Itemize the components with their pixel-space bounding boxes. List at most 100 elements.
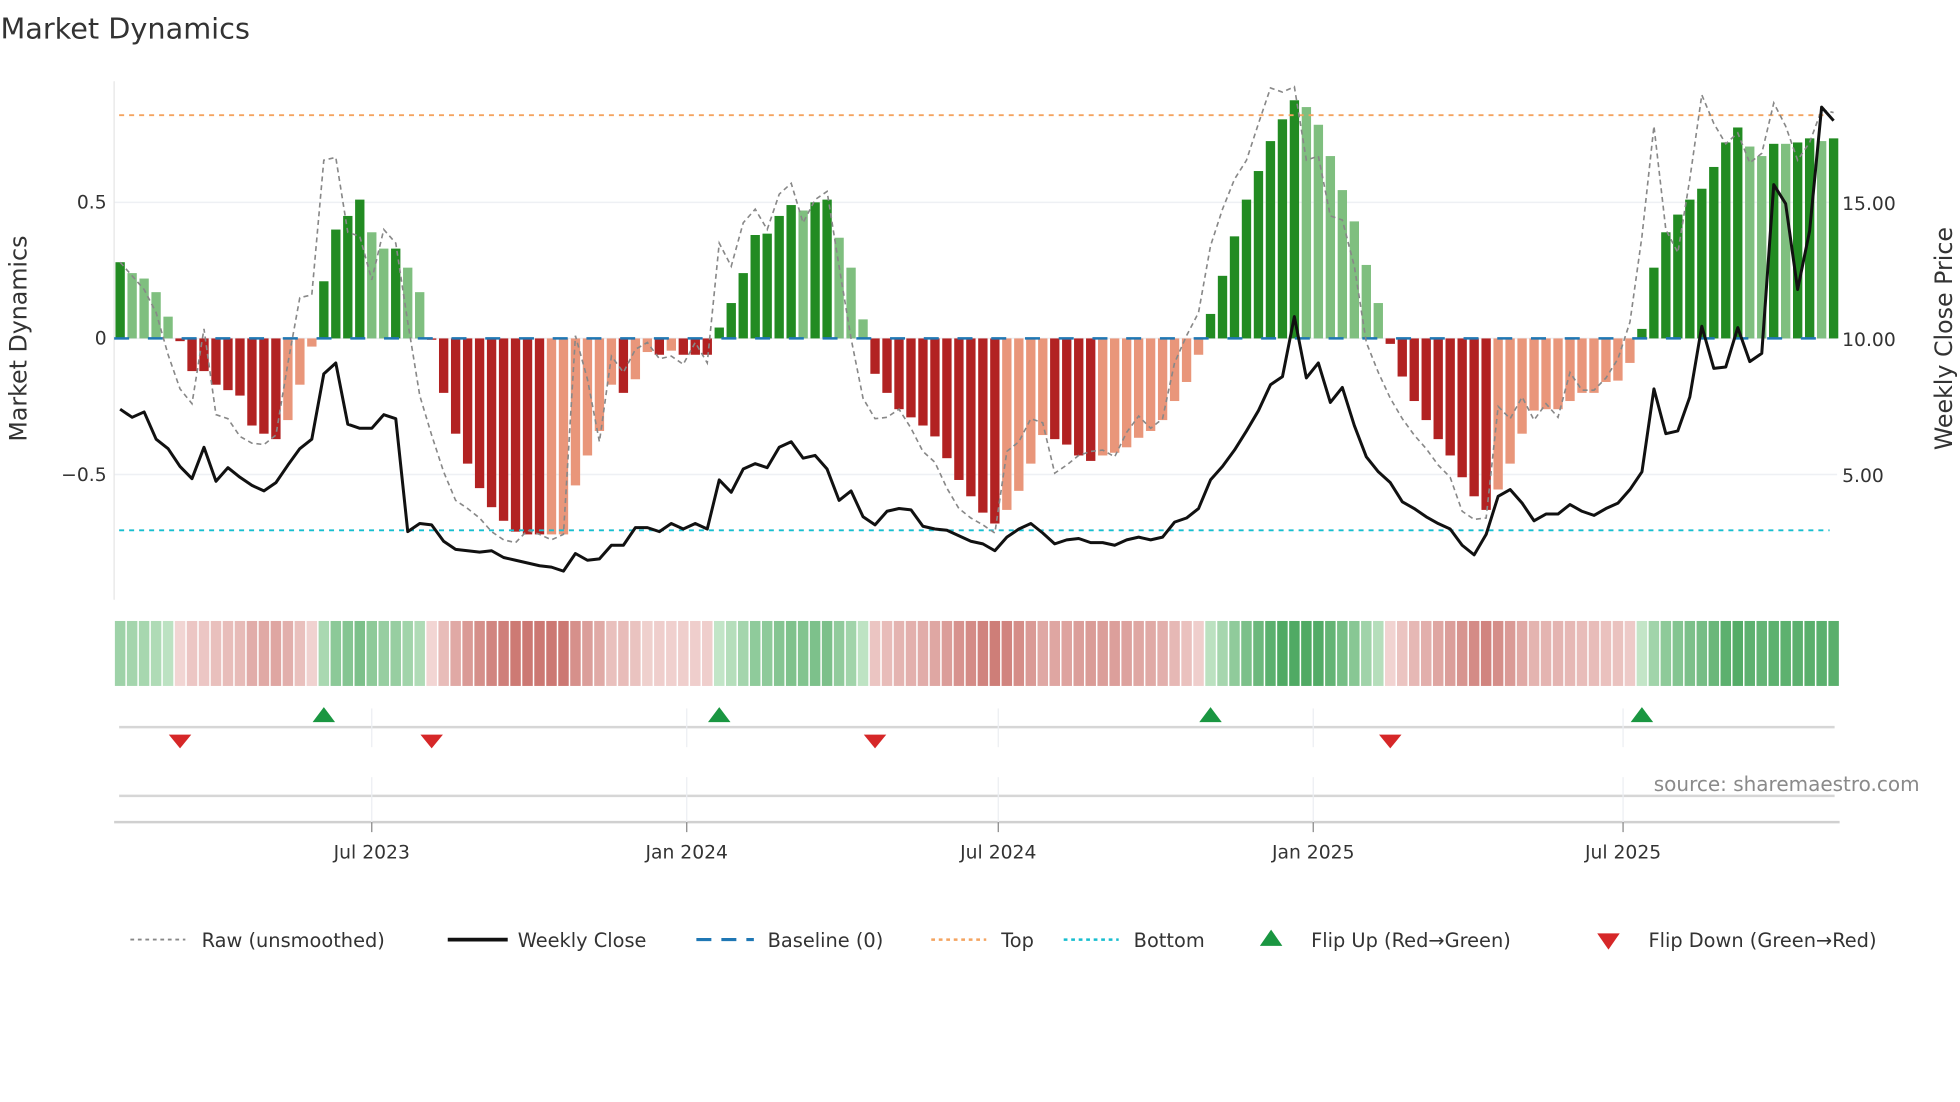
flip-up-marker	[1199, 707, 1222, 723]
heat-strip-cell	[1744, 620, 1755, 686]
dynamics-bar	[438, 338, 449, 393]
heat-strip-cell	[1816, 620, 1827, 686]
dynamics-bar	[1745, 146, 1755, 339]
heat-strip-cell	[857, 620, 869, 686]
heat-strip-cell	[1528, 620, 1540, 686]
dynamics-bar	[1181, 338, 1192, 382]
dynamics-bar	[522, 338, 533, 535]
dynamics-bar	[1157, 338, 1168, 421]
dynamics-bar	[259, 338, 269, 434]
heat-strip-cell	[833, 620, 845, 686]
heat-strip-cell	[761, 620, 773, 686]
right-tick-label: 5.00	[1842, 466, 1884, 487]
heat-strip-cell	[929, 620, 941, 686]
dynamics-bar	[307, 338, 317, 347]
heat-strip-cell	[1672, 620, 1684, 686]
dynamics-bar	[1433, 338, 1443, 440]
flip-up-triangle-icon	[1259, 929, 1283, 946]
legend-baseline-label: Baseline (0)	[768, 929, 884, 952]
source-label: source: sharemaestro.com	[1654, 772, 1920, 796]
heat-strip-cell	[1169, 620, 1180, 686]
dynamics-bar	[642, 338, 653, 353]
heat-strip-cell	[1792, 620, 1803, 686]
dynamics-bar	[1098, 338, 1108, 456]
heat-strip-cell	[450, 620, 461, 686]
dynamics-bar	[954, 338, 964, 480]
heat-strip-cell	[725, 620, 737, 686]
dynamics-bar	[1265, 141, 1276, 339]
legend-item-flip-up[interactable]: Flip Up (Red→Green)	[1259, 929, 1511, 952]
heat-strip-cell	[306, 620, 318, 686]
dynamics-bar	[906, 338, 916, 418]
heat-strip-cell	[917, 620, 929, 686]
dynamics-bar	[235, 338, 245, 396]
dynamics-bar	[1385, 338, 1395, 344]
flip-up-marker	[1630, 707, 1654, 723]
dynamics-bar	[139, 278, 149, 339]
heat-strip-cell	[1492, 620, 1504, 686]
heat-strip-cell	[366, 620, 378, 686]
legend-item-bottom[interactable]: Bottom	[1063, 929, 1205, 952]
legend-item-top[interactable]: Top	[931, 929, 1034, 952]
dynamics-bar	[486, 338, 497, 508]
heat-strip-cell	[1600, 620, 1612, 686]
heat-strip-cell	[1660, 620, 1672, 686]
heat-strip-cell	[1588, 620, 1600, 686]
heat-strip-cell	[390, 620, 401, 686]
dynamics-bar	[163, 316, 173, 339]
dynamics-bar	[115, 262, 125, 339]
heat-strip-cell	[222, 620, 234, 686]
heat-strip-cell	[330, 620, 342, 686]
dynamics-bar	[1229, 236, 1240, 339]
dynamics-bar	[1637, 328, 1647, 339]
dynamics-bar	[1169, 338, 1180, 402]
dynamics-bar	[498, 338, 509, 521]
dynamics-bar	[343, 215, 353, 339]
heat-strip-cell	[1097, 620, 1108, 686]
heat-strip-cell	[1145, 620, 1156, 686]
heat-strip-cell	[582, 620, 593, 686]
dynamics-bar	[1541, 338, 1551, 410]
heat-strip-cell	[246, 620, 258, 686]
heat-strip-cell	[1301, 620, 1312, 686]
dynamics-bar	[1121, 338, 1132, 448]
dynamics-bar	[966, 338, 976, 497]
dynamics-bar	[1253, 171, 1264, 339]
legend-item-raw[interactable]: Raw (unsmoothed)	[130, 929, 385, 952]
dynamics-bar	[618, 338, 629, 393]
dynamics-bar	[702, 338, 712, 355]
heat-strip-cell	[1564, 620, 1576, 686]
heat-strip-cell	[486, 620, 497, 686]
heat-strip-cell	[1313, 620, 1324, 686]
heat-strip-cell	[258, 620, 270, 686]
heat-strip-cell	[1013, 620, 1025, 686]
heat-strip-cell	[462, 620, 473, 686]
heat-strip-cell	[1193, 620, 1204, 686]
dynamics-bar	[1505, 338, 1515, 464]
dynamics-bar	[930, 338, 940, 437]
dynamics-bar	[247, 338, 257, 426]
heat-strip-cell	[1229, 620, 1240, 686]
market-dynamics-chart: Market Dynamics 0.50−0.5 15.0010.005.00 …	[0, 12, 1958, 952]
dynamics-bar	[1205, 313, 1216, 339]
heat-strip-cell	[809, 620, 821, 686]
heat-strip-cell	[1552, 620, 1564, 686]
legend-item-close[interactable]: Weekly Close	[447, 929, 647, 952]
heat-strip-cell	[234, 620, 246, 686]
legend: Raw (unsmoothed) Weekly Close Baseline (…	[130, 929, 1877, 952]
heat-strip-cell	[510, 620, 521, 686]
legend-close-label: Weekly Close	[518, 929, 647, 952]
dynamics-bar	[1062, 338, 1072, 445]
dynamics-bar	[1445, 338, 1455, 456]
heat-strip-cell	[1696, 620, 1708, 686]
heat-strip-cell	[977, 620, 989, 686]
heat-strip-cell	[534, 620, 545, 686]
regime-heat-strip	[114, 620, 1839, 686]
legend-item-baseline[interactable]: Baseline (0)	[696, 929, 883, 952]
flip-down-marker	[863, 734, 887, 749]
heat-strip-cell	[1648, 620, 1660, 686]
heat-strip-cell	[294, 620, 306, 686]
dynamics-bar	[798, 210, 808, 339]
dynamics-bar	[1133, 338, 1144, 438]
legend-item-flip-down[interactable]: Flip Down (Green→Red)	[1597, 929, 1877, 952]
